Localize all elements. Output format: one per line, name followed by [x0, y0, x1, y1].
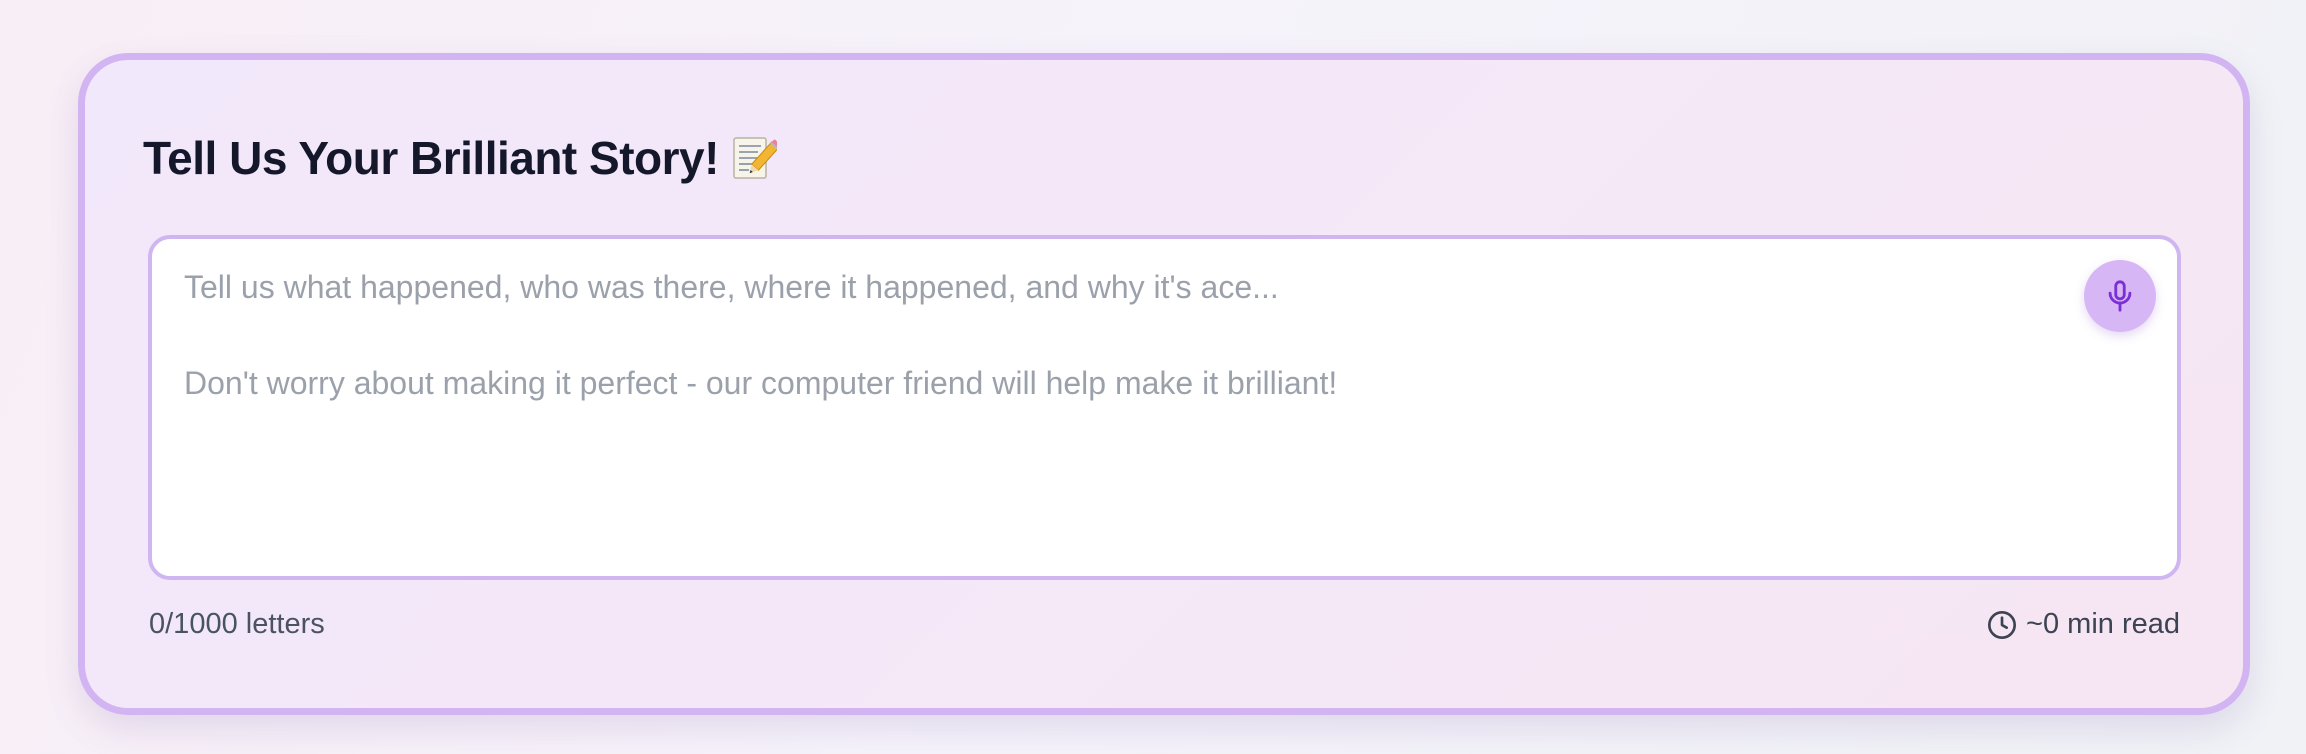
title-row: Tell Us Your Brilliant Story!: [143, 125, 781, 191]
read-time: ~0 min read: [1986, 608, 2180, 641]
page-title: Tell Us Your Brilliant Story!: [143, 132, 719, 184]
story-textarea[interactable]: [152, 239, 2177, 576]
story-textarea-container: Tell us what happened, who was there, wh…: [148, 235, 2181, 580]
memo-icon: [731, 133, 781, 183]
clock-icon: [1986, 609, 2018, 641]
letter-count: 0/1000 letters: [149, 608, 325, 640]
read-time-label: ~0 min read: [2026, 608, 2180, 640]
microphone-icon: [2108, 280, 2132, 312]
voice-input-button[interactable]: [2084, 260, 2156, 332]
